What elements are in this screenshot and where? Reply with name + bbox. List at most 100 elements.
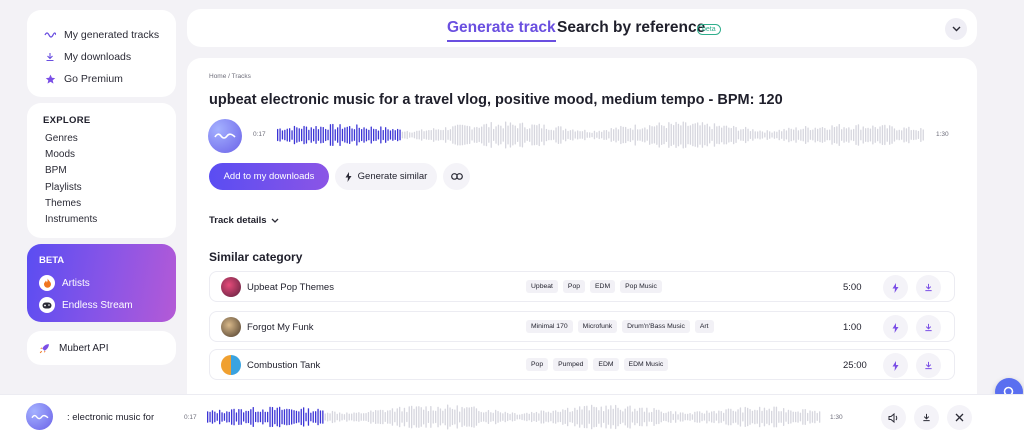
gamepad-icon — [39, 297, 55, 313]
player-avatar[interactable] — [26, 403, 53, 430]
waveform-bar — [605, 130, 608, 140]
waveform-bar — [865, 128, 867, 142]
sidebar-item-go-premium[interactable]: Go Premium — [43, 68, 160, 90]
track-name[interactable]: Upbeat Pop Themes — [247, 282, 334, 293]
sidebar-item-downloads[interactable]: My downloads — [43, 46, 160, 68]
beta-item-artists[interactable]: Artists — [39, 272, 164, 294]
waveform-bar — [785, 412, 787, 422]
tag[interactable]: Microfunk — [577, 320, 618, 333]
waveform-bar — [492, 412, 494, 422]
player-waveform[interactable] — [207, 404, 823, 430]
track-name[interactable]: Combustion Tank — [247, 360, 320, 371]
waveform-bar — [893, 128, 896, 142]
generate-similar-row-button[interactable] — [883, 315, 908, 340]
generate-similar-row-button[interactable] — [883, 353, 908, 378]
waveform-bar — [550, 412, 552, 422]
waveform-bar — [593, 130, 596, 140]
waveform-bar — [802, 409, 804, 425]
track-name[interactable]: Forgot My Funk — [247, 322, 314, 333]
close-player-button[interactable] — [947, 405, 972, 430]
waveform-bar — [480, 411, 482, 422]
waveform-bar — [536, 125, 538, 145]
waveform-bar — [341, 128, 344, 142]
waveform-bar — [764, 132, 766, 138]
generate-similar-button[interactable]: Generate similar — [335, 163, 437, 190]
waveform-bar — [384, 412, 386, 422]
waveform-bar — [281, 130, 284, 140]
waveform-bar — [368, 129, 370, 141]
sidebar-item-generated-tracks[interactable]: My generated tracks — [43, 24, 160, 46]
tag[interactable]: Minimal 170 — [526, 320, 573, 333]
waveform-bar — [829, 129, 831, 141]
player-download-button[interactable] — [914, 405, 939, 430]
waveform-bar — [380, 126, 382, 144]
mubert-api-link[interactable]: Mubert API — [27, 331, 176, 365]
waveform-bar — [701, 122, 704, 148]
explore-item-genres[interactable]: Genres — [43, 133, 160, 149]
waveform[interactable] — [277, 121, 927, 149]
waveform-bar — [320, 126, 322, 144]
track-avatar[interactable] — [208, 119, 242, 153]
waveform-bar — [569, 130, 572, 140]
waveform-bar — [411, 405, 413, 429]
waveform-bar — [317, 129, 320, 141]
tag[interactable]: EDM Music — [623, 358, 669, 371]
waveform-bar — [461, 406, 463, 428]
track-details-toggle[interactable]: Track details — [209, 215, 279, 226]
tag[interactable]: Pop Music — [620, 280, 662, 293]
waveform-bar — [603, 411, 605, 423]
waveform-bar — [451, 408, 454, 426]
tag[interactable]: EDM — [593, 358, 619, 371]
explore-item-bpm[interactable]: BPM — [43, 165, 160, 181]
tab-search-by-reference[interactable]: Search by reference — [557, 19, 705, 37]
waveform-bar — [641, 407, 643, 427]
explore-item-moods[interactable]: Moods — [43, 149, 160, 165]
table-row[interactable]: Forgot My Funk Minimal 170 Microfunk Dru… — [209, 311, 955, 342]
waveform-bar — [781, 131, 783, 139]
waveform-bar — [632, 129, 634, 141]
tag[interactable]: Art — [694, 320, 714, 333]
waveform-bar — [819, 127, 821, 143]
waveform-bar — [509, 413, 511, 421]
waveform-bar — [226, 411, 228, 423]
waveform-bar — [598, 130, 600, 140]
download-row-button[interactable] — [916, 315, 941, 340]
waveform-bar — [403, 407, 406, 427]
generate-similar-row-button[interactable] — [883, 275, 908, 300]
waveform-bar — [562, 130, 564, 140]
mubert-logo-icon — [214, 131, 236, 141]
waveform-bar — [445, 127, 447, 143]
beta-item-endless-stream[interactable]: Endless Stream — [39, 294, 164, 316]
waveform-bar — [516, 414, 518, 420]
generate-similar-label: Generate similar — [357, 171, 428, 182]
explore-item-themes[interactable]: Themes — [43, 198, 160, 214]
waveform-bar — [360, 413, 362, 421]
breadcrumb[interactable]: Home / Tracks — [209, 73, 251, 80]
waveform-bar — [648, 412, 650, 422]
collapse-button[interactable] — [945, 18, 967, 40]
tag[interactable]: Upbeat — [526, 280, 558, 293]
add-to-downloads-button[interactable]: Add to my downloads — [209, 163, 329, 190]
volume-button[interactable] — [881, 405, 906, 430]
waveform-bar — [768, 408, 770, 426]
tag[interactable]: Drum'n'Bass Music — [622, 320, 690, 333]
tab-generate-track[interactable]: Generate track — [447, 19, 556, 42]
explore-item-instruments[interactable]: Instruments — [43, 214, 160, 230]
tag[interactable]: Pop — [526, 358, 549, 371]
waveform-bar — [449, 407, 451, 427]
player-current-time: 0:17 — [184, 414, 197, 421]
tag[interactable]: EDM — [590, 280, 616, 293]
tag[interactable]: Pumped — [553, 358, 589, 371]
download-row-button[interactable] — [916, 275, 941, 300]
waveform-bar — [478, 127, 480, 143]
waveform-bar — [583, 406, 586, 429]
waveform-bar — [723, 412, 725, 422]
tag[interactable]: Pop — [562, 280, 586, 293]
explore-item-playlists[interactable]: Playlists — [43, 182, 160, 198]
table-row[interactable]: Upbeat Pop Themes Upbeat Pop EDM Pop Mus… — [209, 271, 955, 302]
copy-link-button[interactable] — [443, 163, 470, 190]
table-row[interactable]: Combustion Tank Pop Pumped EDM EDM Music… — [209, 349, 955, 380]
star-icon — [43, 72, 57, 86]
download-row-button[interactable] — [916, 353, 941, 378]
waveform-bar — [512, 124, 514, 146]
